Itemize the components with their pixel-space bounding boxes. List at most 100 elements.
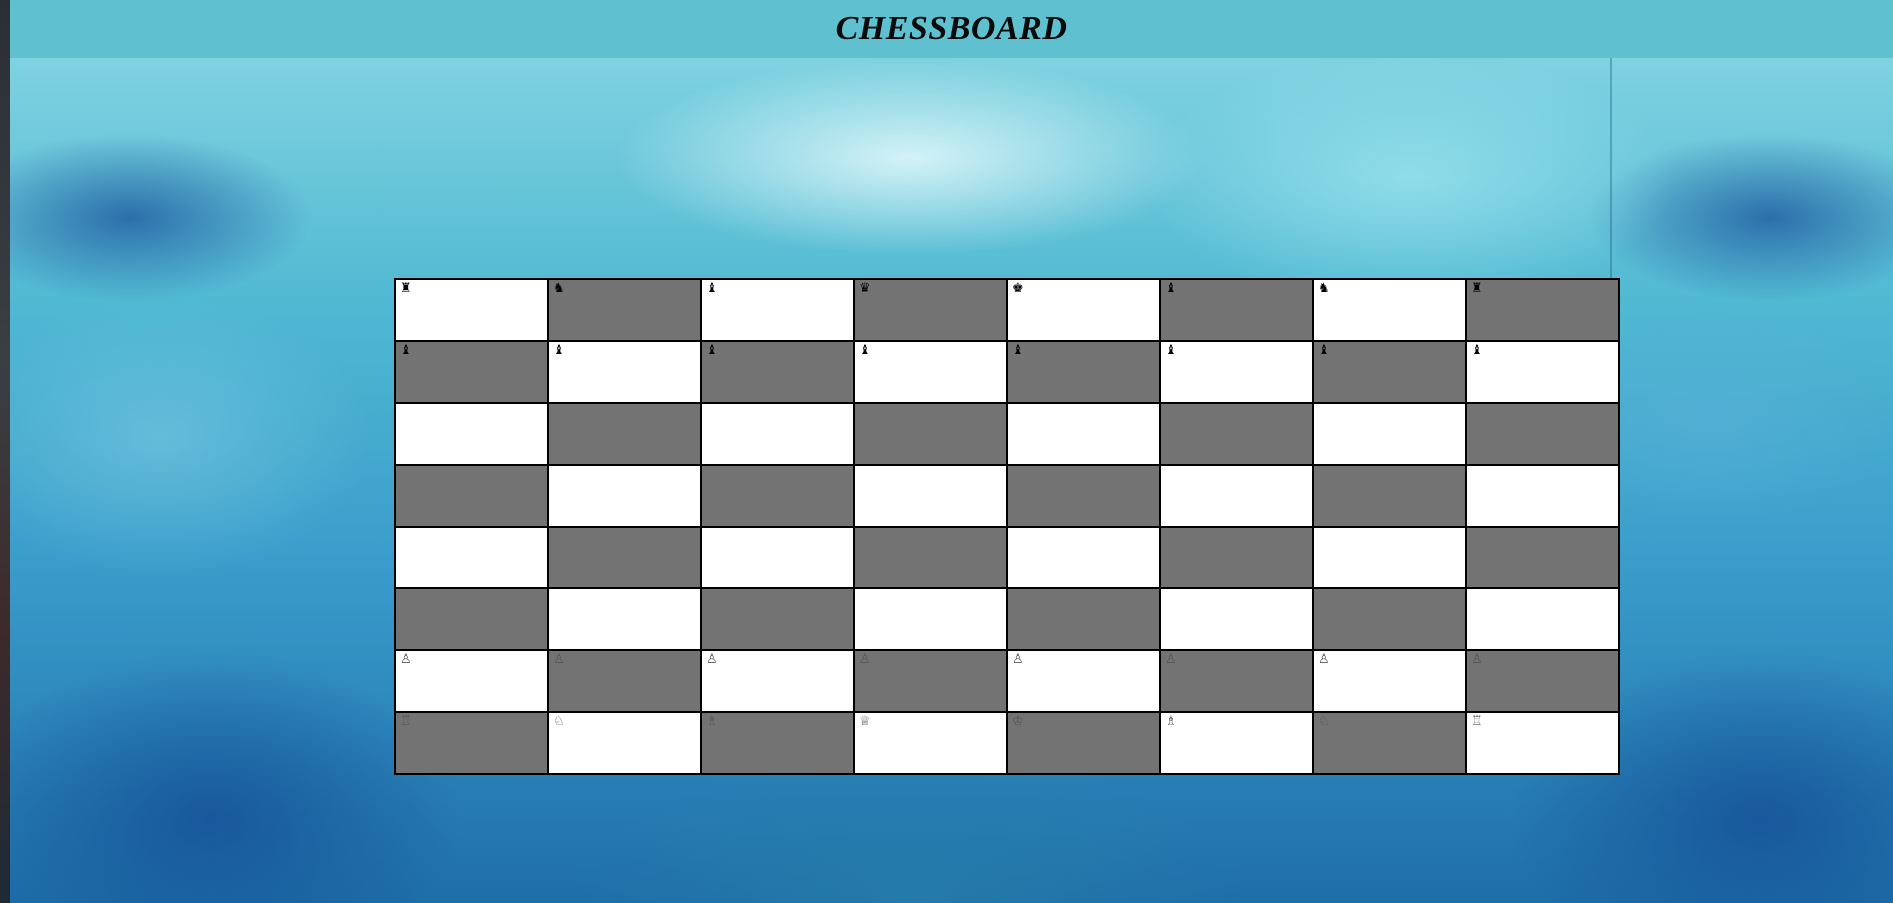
square-g4[interactable] <box>1314 527 1465 588</box>
square-a6[interactable] <box>396 403 547 464</box>
black-bishop-icon[interactable]: ♝ <box>400 344 412 357</box>
square-e1[interactable]: ♔ <box>1008 713 1159 773</box>
page-title: CHESSBOARD <box>835 10 1068 47</box>
white-pawn-icon[interactable]: ♙ <box>553 653 565 666</box>
square-f7[interactable]: ♝ <box>1161 341 1312 402</box>
square-e5[interactable] <box>1008 465 1159 526</box>
square-e4[interactable] <box>1008 527 1159 588</box>
square-b2[interactable]: ♙ <box>549 651 700 712</box>
square-b6[interactable] <box>549 403 700 464</box>
square-e6[interactable] <box>1008 403 1159 464</box>
background-seam <box>1610 58 1612 278</box>
square-f3[interactable] <box>1161 589 1312 650</box>
black-bishop-icon[interactable]: ♝ <box>1165 282 1177 295</box>
white-rook-icon[interactable]: ♖ <box>400 715 412 728</box>
square-e2[interactable]: ♙ <box>1008 651 1159 712</box>
square-a8[interactable]: ♜ <box>396 280 547 340</box>
black-bishop-icon[interactable]: ♝ <box>1318 344 1330 357</box>
black-bishop-icon[interactable]: ♝ <box>706 282 718 295</box>
black-bishop-icon[interactable]: ♝ <box>553 344 565 357</box>
square-g1[interactable]: ♘ <box>1314 713 1465 773</box>
square-f4[interactable] <box>1161 527 1312 588</box>
square-a7[interactable]: ♝ <box>396 341 547 402</box>
white-king-icon[interactable]: ♔ <box>1012 715 1024 728</box>
square-d5[interactable] <box>855 465 1006 526</box>
square-c3[interactable] <box>702 589 853 650</box>
square-a4[interactable] <box>396 527 547 588</box>
window-edge <box>0 0 10 903</box>
square-b7[interactable]: ♝ <box>549 341 700 402</box>
square-h5[interactable] <box>1467 465 1618 526</box>
square-f2[interactable]: ♙ <box>1161 651 1312 712</box>
black-queen-icon[interactable]: ♛ <box>859 282 871 295</box>
square-e3[interactable] <box>1008 589 1159 650</box>
square-a2[interactable]: ♙ <box>396 651 547 712</box>
square-b5[interactable] <box>549 465 700 526</box>
square-a1[interactable]: ♖ <box>396 713 547 773</box>
white-knight-icon[interactable]: ♘ <box>553 715 565 728</box>
white-pawn-icon[interactable]: ♙ <box>1471 653 1483 666</box>
white-pawn-icon[interactable]: ♙ <box>400 653 412 666</box>
white-pawn-icon[interactable]: ♙ <box>1012 653 1024 666</box>
square-b1[interactable]: ♘ <box>549 713 700 773</box>
square-d2[interactable]: ♙ <box>855 651 1006 712</box>
square-f5[interactable] <box>1161 465 1312 526</box>
black-king-icon[interactable]: ♚ <box>1012 282 1024 295</box>
square-b8[interactable]: ♞ <box>549 280 700 340</box>
square-h6[interactable] <box>1467 403 1618 464</box>
black-bishop-icon[interactable]: ♝ <box>1012 344 1024 357</box>
white-queen-icon[interactable]: ♕ <box>859 715 871 728</box>
square-g6[interactable] <box>1314 403 1465 464</box>
square-c7[interactable]: ♝ <box>702 341 853 402</box>
square-c4[interactable] <box>702 527 853 588</box>
black-rook-icon[interactable]: ♜ <box>1471 282 1483 295</box>
square-b3[interactable] <box>549 589 700 650</box>
square-g7[interactable]: ♝ <box>1314 341 1465 402</box>
square-d6[interactable] <box>855 403 1006 464</box>
square-a5[interactable] <box>396 465 547 526</box>
square-h1[interactable]: ♖ <box>1467 713 1618 773</box>
square-a3[interactable] <box>396 589 547 650</box>
square-h3[interactable] <box>1467 589 1618 650</box>
black-knight-icon[interactable]: ♞ <box>553 282 565 295</box>
square-e8[interactable]: ♚ <box>1008 280 1159 340</box>
chessboard: ♜ ♞ ♝ ♛ ♚ ♝ ♞ ♜ ♝ ♝ ♝ ♝ ♝ ♝ ♝ ♝ ♙ ♙ ♙ ♙ ♙ ♙ ♙ ♙ ♖ ♘ ♗ ♕ ♔ ♗ ♘ ♖ <box>394 278 1620 775</box>
square-c2[interactable]: ♙ <box>702 651 853 712</box>
square-f8[interactable]: ♝ <box>1161 280 1312 340</box>
square-h2[interactable]: ♙ <box>1467 651 1618 712</box>
white-pawn-icon[interactable]: ♙ <box>1318 653 1330 666</box>
square-d8[interactable]: ♛ <box>855 280 1006 340</box>
square-f1[interactable]: ♗ <box>1161 713 1312 773</box>
white-pawn-icon[interactable]: ♙ <box>1165 653 1177 666</box>
square-c6[interactable] <box>702 403 853 464</box>
square-c8[interactable]: ♝ <box>702 280 853 340</box>
square-g3[interactable] <box>1314 589 1465 650</box>
black-bishop-icon[interactable]: ♝ <box>859 344 871 357</box>
white-bishop-icon[interactable]: ♗ <box>706 715 718 728</box>
square-g2[interactable]: ♙ <box>1314 651 1465 712</box>
square-h8[interactable]: ♜ <box>1467 280 1618 340</box>
white-rook-icon[interactable]: ♖ <box>1471 715 1483 728</box>
square-h7[interactable]: ♝ <box>1467 341 1618 402</box>
square-c5[interactable] <box>702 465 853 526</box>
square-h4[interactable] <box>1467 527 1618 588</box>
square-e7[interactable]: ♝ <box>1008 341 1159 402</box>
square-d7[interactable]: ♝ <box>855 341 1006 402</box>
white-pawn-icon[interactable]: ♙ <box>859 653 871 666</box>
black-bishop-icon[interactable]: ♝ <box>1471 344 1483 357</box>
square-g5[interactable] <box>1314 465 1465 526</box>
black-knight-icon[interactable]: ♞ <box>1318 282 1330 295</box>
black-bishop-icon[interactable]: ♝ <box>706 344 718 357</box>
square-d1[interactable]: ♕ <box>855 713 1006 773</box>
square-d4[interactable] <box>855 527 1006 588</box>
white-knight-icon[interactable]: ♘ <box>1318 715 1330 728</box>
black-rook-icon[interactable]: ♜ <box>400 282 412 295</box>
square-f6[interactable] <box>1161 403 1312 464</box>
square-b4[interactable] <box>549 527 700 588</box>
black-bishop-icon[interactable]: ♝ <box>1165 344 1177 357</box>
square-g8[interactable]: ♞ <box>1314 280 1465 340</box>
square-d3[interactable] <box>855 589 1006 650</box>
white-bishop-icon[interactable]: ♗ <box>1165 715 1177 728</box>
white-pawn-icon[interactable]: ♙ <box>706 653 718 666</box>
square-c1[interactable]: ♗ <box>702 713 853 773</box>
